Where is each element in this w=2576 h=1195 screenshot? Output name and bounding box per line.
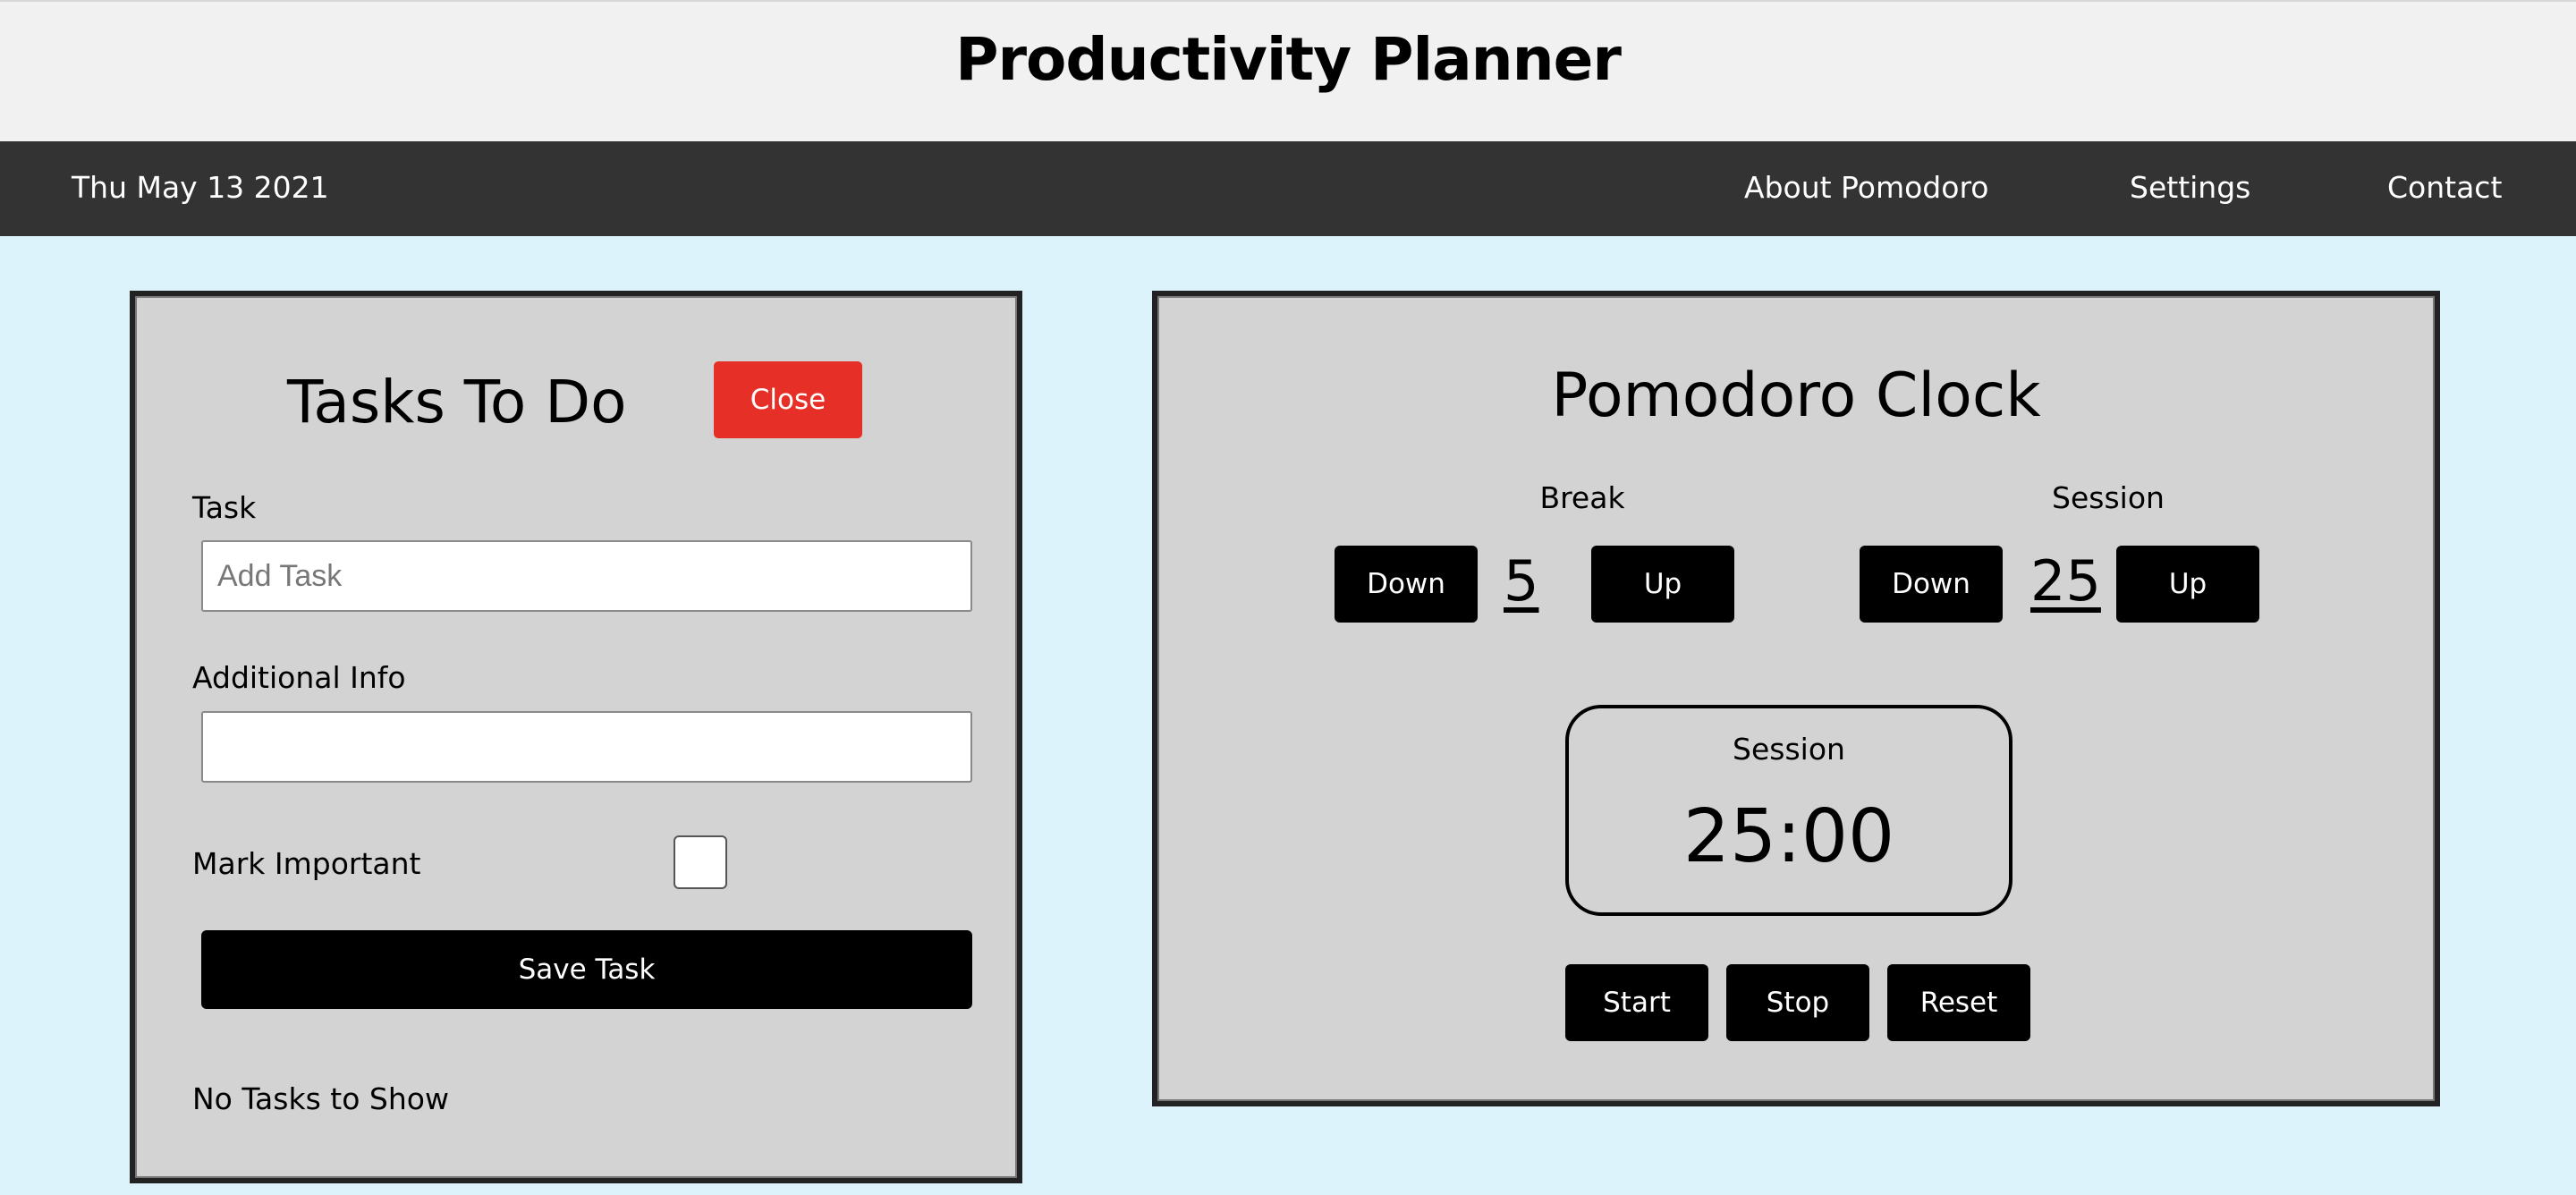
session-label: Session <box>2052 480 2165 515</box>
session-up-button[interactable]: Up <box>2116 546 2259 623</box>
clock-title: Pomodoro Clock <box>1551 360 2041 431</box>
navbar: Thu May 13 2021 About Pomodoro Settings … <box>0 141 2576 236</box>
session-down-button[interactable]: Down <box>1860 546 2003 623</box>
mark-important-label: Mark Important <box>192 846 421 881</box>
task-label: Task <box>192 490 257 525</box>
break-down-button[interactable]: Down <box>1335 546 1478 623</box>
empty-tasks-message: No Tasks to Show <box>192 1081 449 1116</box>
reset-button[interactable]: Reset <box>1887 964 2030 1041</box>
close-button[interactable]: Close <box>714 361 862 438</box>
mark-important-checkbox[interactable] <box>674 835 727 889</box>
break-up-button[interactable]: Up <box>1591 546 1734 623</box>
timer-display: Session 25:00 <box>1565 705 2012 916</box>
save-task-button[interactable]: Save Task <box>201 930 972 1009</box>
timer-label: Session <box>1733 732 1845 767</box>
header: Productivity Planner <box>0 0 2576 141</box>
timer-value: 25:00 <box>1682 794 1895 879</box>
page-title: Productivity Planner <box>955 25 1622 94</box>
break-label: Break <box>1539 480 1625 515</box>
tasks-panel: Tasks To Do Close Task Additional Info M… <box>130 291 1022 1183</box>
stop-button[interactable]: Stop <box>1726 964 1869 1041</box>
task-input[interactable] <box>201 540 972 612</box>
pomodoro-panel: Pomodoro Clock Break Session Down 5 Up D… <box>1152 291 2440 1106</box>
nav-link-settings[interactable]: Settings <box>2130 170 2250 205</box>
additional-info-label: Additional Info <box>192 660 406 695</box>
session-length-value: 25 <box>2030 548 2101 614</box>
start-button[interactable]: Start <box>1565 964 1708 1041</box>
current-date: Thu May 13 2021 <box>72 170 329 205</box>
nav-link-about-pomodoro[interactable]: About Pomodoro <box>1744 170 1988 205</box>
additional-info-input[interactable] <box>201 711 972 783</box>
nav-link-contact[interactable]: Contact <box>2387 170 2502 205</box>
break-length-value: 5 <box>1504 548 1539 614</box>
tasks-title: Tasks To Do <box>287 368 627 436</box>
